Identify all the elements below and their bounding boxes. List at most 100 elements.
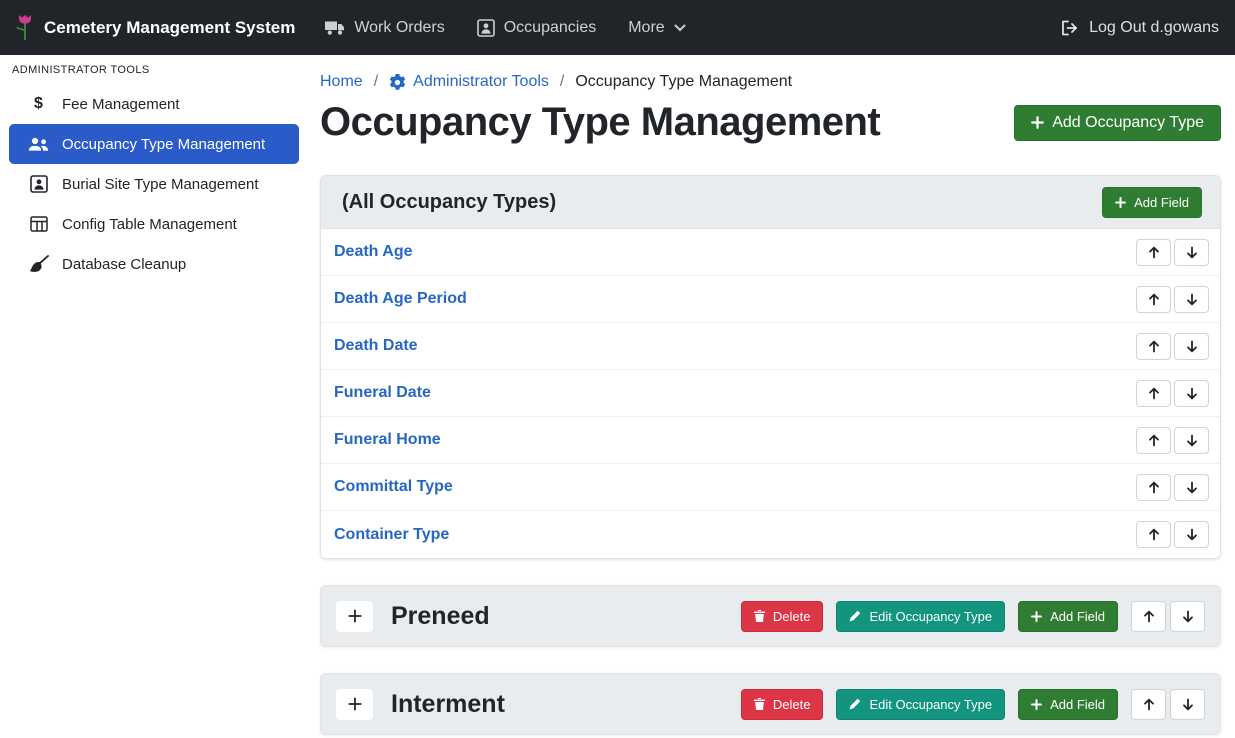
arrow-up-icon (1148, 340, 1160, 353)
sidebar-item-database-cleanup[interactable]: Database Cleanup (9, 244, 299, 284)
sidebar-item-fee-management[interactable]: $ Fee Management (9, 84, 299, 124)
move-down-button[interactable] (1174, 427, 1209, 454)
plus-icon (1031, 116, 1044, 129)
trash-icon (754, 698, 765, 710)
reorder-controls (1136, 474, 1209, 501)
field-link[interactable]: Death Age (334, 243, 413, 261)
field-link[interactable]: Container Type (334, 526, 449, 544)
field-row: Funeral Home (321, 417, 1220, 464)
reorder-controls (1136, 427, 1209, 454)
breadcrumb-administrator-tools[interactable]: Administrator Tools (389, 73, 549, 91)
logout-icon (1061, 20, 1080, 36)
logout-link[interactable]: Log Out d.gowans (1061, 19, 1219, 37)
move-down-button[interactable] (1170, 601, 1205, 632)
pencil-icon (849, 610, 861, 622)
move-up-button[interactable] (1136, 380, 1171, 407)
logout-label: Log Out d.gowans (1089, 19, 1219, 37)
delete-label: Delete (773, 609, 811, 624)
field-link[interactable]: Death Age Period (334, 290, 467, 308)
field-row: Death Date (321, 323, 1220, 370)
nav-occupancies-label: Occupancies (504, 19, 597, 37)
users-icon (28, 137, 49, 152)
move-up-button[interactable] (1136, 474, 1171, 501)
field-row: Committal Type (321, 464, 1220, 511)
add-field-button[interactable]: Add Field (1102, 187, 1202, 218)
move-up-button[interactable] (1131, 601, 1166, 632)
plus-icon (1031, 611, 1042, 622)
move-up-button[interactable] (1136, 333, 1171, 360)
pencil-icon (849, 698, 861, 710)
nav-work-orders[interactable]: Work Orders (325, 19, 444, 37)
reorder-controls (1136, 521, 1209, 548)
move-down-button[interactable] (1174, 521, 1209, 548)
edit-occupancy-type-button[interactable]: Edit Occupancy Type (836, 601, 1005, 632)
arrow-down-icon (1182, 698, 1194, 711)
main-content: Home / Administrator Tools / Occupancy T… (308, 55, 1235, 738)
field-row: Container Type (321, 511, 1220, 558)
move-down-button[interactable] (1174, 239, 1209, 266)
sidebar-item-label: Config Table Management (62, 216, 237, 233)
nav-occupancies[interactable]: Occupancies (477, 19, 597, 37)
main-nav: Work Orders Occupancies More (325, 19, 685, 37)
sidebar-item-label: Database Cleanup (62, 256, 186, 273)
edit-occupancy-type-button[interactable]: Edit Occupancy Type (836, 689, 1005, 720)
move-up-button[interactable] (1136, 427, 1171, 454)
field-link[interactable]: Funeral Date (334, 384, 431, 402)
app-brand[interactable]: Cemetery Management System (16, 14, 295, 41)
reorder-controls (1136, 286, 1209, 313)
arrow-up-icon (1143, 610, 1155, 623)
add-field-label: Add Field (1050, 609, 1105, 624)
arrow-up-icon (1148, 387, 1160, 400)
delete-button[interactable]: Delete (741, 689, 824, 720)
arrow-down-icon (1186, 340, 1198, 353)
move-up-button[interactable] (1136, 286, 1171, 313)
arrow-up-icon (1148, 528, 1160, 541)
move-down-button[interactable] (1170, 689, 1205, 720)
move-up-button[interactable] (1136, 239, 1171, 266)
move-down-button[interactable] (1174, 380, 1209, 407)
field-link[interactable]: Committal Type (334, 478, 453, 496)
reorder-controls (1136, 380, 1209, 407)
plus-icon (348, 697, 362, 711)
delete-label: Delete (773, 697, 811, 712)
move-down-button[interactable] (1174, 474, 1209, 501)
all-types-card-header: (All Occupancy Types) Add Field (321, 176, 1220, 229)
breadcrumb-current: Occupancy Type Management (575, 73, 792, 91)
field-row: Funeral Date (321, 370, 1220, 417)
move-up-button[interactable] (1131, 689, 1166, 720)
field-link[interactable]: Funeral Home (334, 431, 441, 449)
breadcrumb-separator: / (560, 73, 564, 91)
sidebar-item-config-table-management[interactable]: Config Table Management (9, 204, 299, 244)
move-down-button[interactable] (1174, 286, 1209, 313)
trash-icon (754, 610, 765, 622)
expand-button[interactable] (336, 601, 373, 632)
delete-button[interactable]: Delete (741, 601, 824, 632)
truck-icon (325, 20, 345, 36)
arrow-down-icon (1182, 610, 1194, 623)
sidebar-item-occupancy-type-management[interactable]: Occupancy Type Management (9, 124, 299, 164)
top-navbar: Cemetery Management System Work Orders O… (0, 0, 1235, 55)
expand-button[interactable] (336, 689, 373, 720)
all-types-card-title: (All Occupancy Types) (342, 191, 556, 214)
breadcrumb-admin-label: Administrator Tools (413, 73, 549, 91)
gear-icon (389, 74, 406, 91)
arrow-down-icon (1186, 481, 1198, 494)
brand-label: Cemetery Management System (44, 18, 295, 38)
plus-icon (1031, 699, 1042, 710)
move-up-button[interactable] (1136, 521, 1171, 548)
arrow-up-icon (1143, 698, 1155, 711)
chevron-down-icon (674, 24, 686, 32)
nav-more[interactable]: More (628, 19, 685, 37)
breadcrumb-separator: / (374, 73, 378, 91)
sidebar: ADMINISTRATOR TOOLS $ Fee Management Occ… (0, 55, 308, 738)
add-occupancy-type-button[interactable]: Add Occupancy Type (1014, 105, 1221, 141)
add-field-button[interactable]: Add Field (1018, 601, 1118, 632)
move-down-button[interactable] (1174, 333, 1209, 360)
arrow-down-icon (1186, 434, 1198, 447)
breadcrumb-home[interactable]: Home (320, 73, 363, 91)
add-field-label: Add Field (1050, 697, 1105, 712)
sidebar-item-burial-site-type-management[interactable]: Burial Site Type Management (9, 164, 299, 204)
field-link[interactable]: Death Date (334, 337, 418, 355)
add-field-button[interactable]: Add Field (1018, 689, 1118, 720)
reorder-controls (1131, 689, 1205, 720)
